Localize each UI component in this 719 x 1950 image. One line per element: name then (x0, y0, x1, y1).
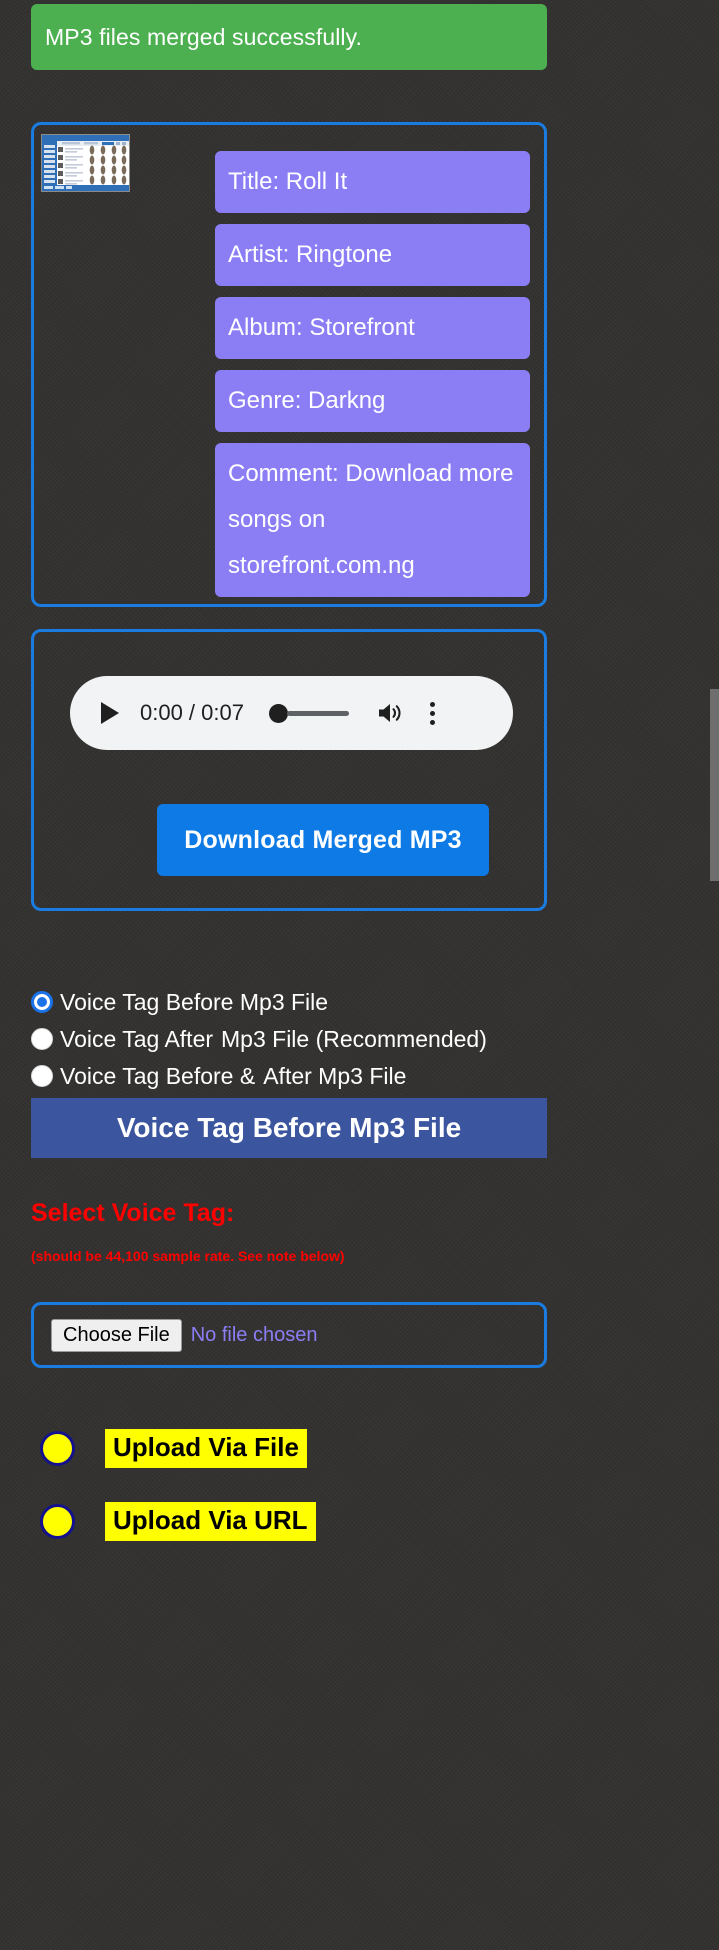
select-voice-tag-heading: Select Voice Tag: (31, 1199, 235, 1227)
more-dot (429, 710, 435, 716)
volume-slider[interactable] (268, 703, 349, 723)
mode-heading-bar: Voice Tag Before Mp3 File (31, 1098, 547, 1158)
more-vertical-icon[interactable] (429, 701, 435, 725)
volume-high-icon[interactable] (377, 701, 404, 725)
more-dot (429, 719, 435, 725)
volume-slider-knob[interactable] (268, 703, 288, 723)
voice-tag-file-input-panel[interactable]: Choose File No file chosen (31, 1302, 547, 1368)
radio-option-after-part1[interactable]: Voice Tag After (31, 1026, 221, 1052)
audio-player[interactable]: 0:00 / 0:07 (70, 676, 513, 750)
page-scrollbar[interactable] (710, 0, 719, 1950)
metadata-panel: Title: Roll It Artist: Ringtone Album: S… (31, 122, 547, 607)
radio-both-label-line2: After Mp3 File (263, 1063, 407, 1089)
choose-file-button[interactable]: Choose File (51, 1319, 182, 1352)
success-alert: MP3 files merged successfully. (31, 4, 547, 70)
playback-time: 0:00 / 0:07 (140, 700, 244, 725)
page-root: MP3 files merged successfully. Title: Ro… (0, 0, 719, 1950)
upload-via-url-option[interactable]: Upload Via URL (40, 1502, 316, 1541)
radio-both-input[interactable] (31, 1065, 53, 1087)
upload-via-url-label: Upload Via URL (105, 1502, 316, 1541)
upload-via-file-radio[interactable] (40, 1431, 75, 1466)
radio-before-label: Voice Tag Before Mp3 File (60, 989, 329, 1015)
success-alert-message: MP3 files merged successfully. (45, 24, 363, 50)
file-input-row[interactable]: Choose File No file chosen (51, 1319, 317, 1352)
metadata-field-genre: Genre: Darkng (215, 370, 530, 432)
metadata-field-album: Album: Storefront (215, 297, 530, 359)
metadata-field-artist: Artist: Ringtone (215, 224, 530, 286)
select-voice-tag-note: (should be 44,100 sample rate. See note … (31, 1248, 345, 1264)
radio-after-input[interactable] (31, 1028, 53, 1050)
play-icon[interactable] (86, 701, 134, 725)
radio-option-before[interactable]: Voice Tag Before Mp3 File (31, 989, 336, 1015)
metadata-field-list: Title: Roll It Artist: Ringtone Album: S… (215, 151, 530, 608)
upload-via-url-radio[interactable] (40, 1504, 75, 1539)
radio-after-label-line2: Mp3 File (Recommended) (221, 1026, 487, 1052)
album-art-image (42, 135, 129, 191)
upload-via-file-option[interactable]: Upload Via File (40, 1429, 307, 1468)
more-dot (429, 701, 435, 707)
volume-slider-track[interactable] (286, 710, 349, 716)
radio-before-input[interactable] (31, 991, 53, 1013)
radio-after-label-line1: Voice Tag After (60, 1026, 214, 1052)
radio-option-both[interactable]: Voice Tag Before & (31, 1063, 263, 1089)
player-panel: 0:00 / 0:07 Download Merged MP3 (31, 629, 547, 911)
metadata-field-comment: Comment: Download more songs on storefro… (215, 443, 530, 597)
voice-tag-position-radio-group: Voice Tag Before Mp3 File Voice Tag After… (31, 984, 561, 1095)
upload-via-file-label: Upload Via File (105, 1429, 307, 1468)
page-scrollbar-thumb[interactable] (710, 689, 719, 881)
radio-both-label-line1: Voice Tag Before & (60, 1063, 256, 1089)
album-art-thumbnail (41, 134, 130, 192)
download-merged-mp3-button[interactable]: Download Merged MP3 (157, 804, 489, 876)
metadata-field-title: Title: Roll It (215, 151, 530, 213)
file-chosen-status: No file chosen (190, 1324, 318, 1346)
